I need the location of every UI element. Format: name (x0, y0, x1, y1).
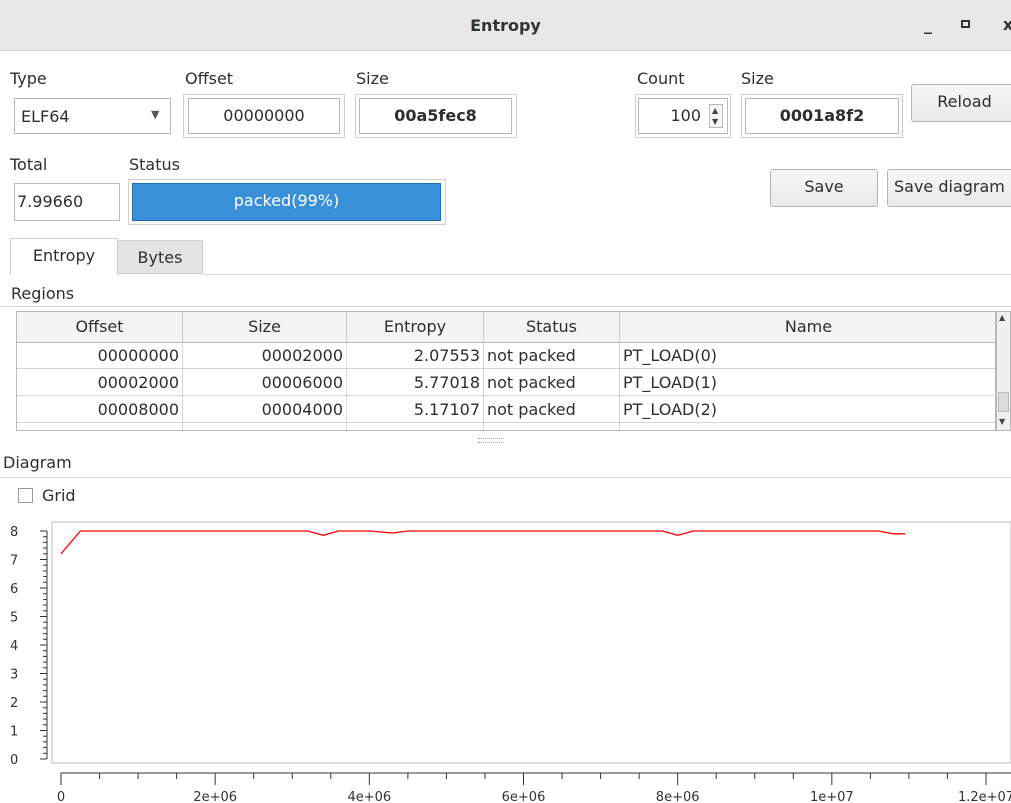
tab-bytes[interactable]: Bytes (117, 240, 203, 274)
tab-entropy[interactable]: Entropy (10, 238, 118, 275)
tab-bar-line (203, 274, 1011, 275)
cell-size: 00004000 (183, 396, 347, 423)
y-tick-label: 7 (10, 554, 18, 569)
minimize-icon[interactable]: _ (916, 14, 940, 36)
size-label: Size (356, 69, 389, 88)
cell-offset: 00000000 (17, 342, 183, 369)
window-title: Entropy (470, 16, 541, 35)
type-combo[interactable]: ELF64 ▼ (14, 98, 171, 134)
status-label: Status (129, 155, 180, 174)
regions-divider (0, 306, 1011, 307)
y-tick-label: 8 (10, 525, 18, 540)
x-tick-label: 6e+06 (502, 790, 546, 803)
table-row[interactable]: 00000000 00002000 2.07553 not packed PT_… (17, 342, 995, 369)
stepper-up-icon[interactable]: ▲ (712, 105, 718, 116)
size-field[interactable]: 00a5fec8 (359, 98, 512, 134)
cell-offset: 00008000 (17, 396, 183, 423)
regions-table: Offset Size Entropy Status Name 00000000… (16, 311, 996, 431)
reload-button[interactable]: Reload (911, 84, 1011, 122)
cell-name: PT_LOAD(2) (623, 400, 718, 419)
cell-name: PT_LOAD(1) (623, 373, 718, 392)
scrollbar-thumb[interactable] (998, 392, 1009, 412)
cell-size: 0000813c (183, 423, 347, 430)
x-tick-label: 2e+06 (193, 790, 237, 803)
column-header-size[interactable]: Size (183, 312, 347, 342)
grid-checkbox[interactable] (18, 488, 33, 503)
x-tick-label: 4e+06 (347, 790, 391, 803)
total-field[interactable]: 7.99660 (14, 183, 120, 221)
y-tick-label: 3 (10, 668, 18, 683)
column-header-name[interactable]: Name (620, 312, 995, 342)
cell-status: not packed (484, 423, 620, 430)
cell-name: PT_LOAD(3) (620, 423, 995, 430)
entropy-chart: 0 1 2 3 4 5 6 7 8 0 2e+06 4e+06 6e+06 8e+06 1e+07 1.2e+… (10, 521, 1011, 803)
stepper-down-icon[interactable]: ▼ (712, 116, 718, 127)
grid-label: Grid (42, 486, 76, 505)
chevron-down-icon: ▼ (151, 108, 160, 121)
diagram-divider (0, 477, 1011, 478)
scroll-down-icon[interactable]: ▼ (999, 417, 1005, 426)
x-tick-label: 8e+06 (656, 790, 700, 803)
y-tick-label: 1 (10, 725, 18, 740)
status-progress-bar: packed(99%) (132, 183, 441, 221)
type-value: ELF64 (21, 107, 70, 126)
table-row[interactable]: 0000b000 0000813c 3.58589 not packed PT_… (17, 423, 995, 430)
table-scrollbar[interactable]: ▲ ▼ (996, 311, 1011, 431)
count-size-field[interactable]: 0001a8f2 (745, 98, 899, 134)
splitter-handle[interactable] (478, 438, 504, 443)
cell-size: 00002000 (183, 342, 347, 369)
scroll-up-icon[interactable]: ▲ (999, 313, 1005, 322)
table-row[interactable]: 00008000 00004000 5.17107 not packed PT_… (17, 396, 995, 423)
count-stepper[interactable]: ▲ ▼ (709, 104, 723, 128)
save-button[interactable]: Save (770, 169, 878, 207)
y-tick-label: 5 (10, 611, 18, 626)
x-tick-label: 1.2e+07 (958, 790, 1011, 803)
offset-field[interactable]: 00000000 (188, 98, 340, 134)
plot-frame (51, 521, 1011, 764)
total-label: Total (10, 155, 48, 174)
cell-status: not packed (484, 342, 620, 369)
cell-entropy: 5.17107 (347, 396, 484, 423)
count-label: Count (637, 69, 685, 88)
maximize-icon[interactable] (961, 20, 970, 28)
x-tick-label: 0 (57, 790, 65, 803)
cell-status: not packed (484, 396, 620, 423)
type-label: Type (10, 69, 47, 88)
y-tick-label: 4 (10, 639, 18, 654)
table-header: Offset Size Entropy Status Name (17, 312, 995, 343)
cell-name: PT_LOAD(0) (623, 346, 718, 365)
regions-label: Regions (11, 284, 75, 303)
table-row[interactable]: 00002000 00006000 5.77018 not packed PT_… (17, 369, 995, 396)
offset-label: Offset (185, 69, 234, 88)
cell-size: 00006000 (183, 369, 347, 396)
x-tick-label: 1e+07 (810, 790, 854, 803)
cell-entropy: 5.77018 (347, 369, 484, 396)
save-diagram-button[interactable]: Save diagram (887, 169, 1011, 207)
y-tick-label: 6 (10, 582, 18, 597)
y-tick-label: 0 (10, 753, 18, 768)
column-header-status[interactable]: Status (484, 312, 620, 342)
close-icon[interactable]: x (998, 14, 1011, 36)
cell-offset: 0000b000 (17, 423, 183, 430)
column-header-offset[interactable]: Offset (17, 312, 183, 342)
cell-entropy: 3.58589 (347, 423, 484, 430)
diagram-label: Diagram (3, 453, 72, 472)
y-tick-label: 2 (10, 696, 18, 711)
cell-status: not packed (484, 369, 620, 396)
cell-offset: 00002000 (17, 369, 183, 396)
count-size-label: Size (741, 69, 774, 88)
cell-entropy: 2.07553 (347, 342, 484, 369)
column-header-entropy[interactable]: Entropy (347, 312, 484, 342)
